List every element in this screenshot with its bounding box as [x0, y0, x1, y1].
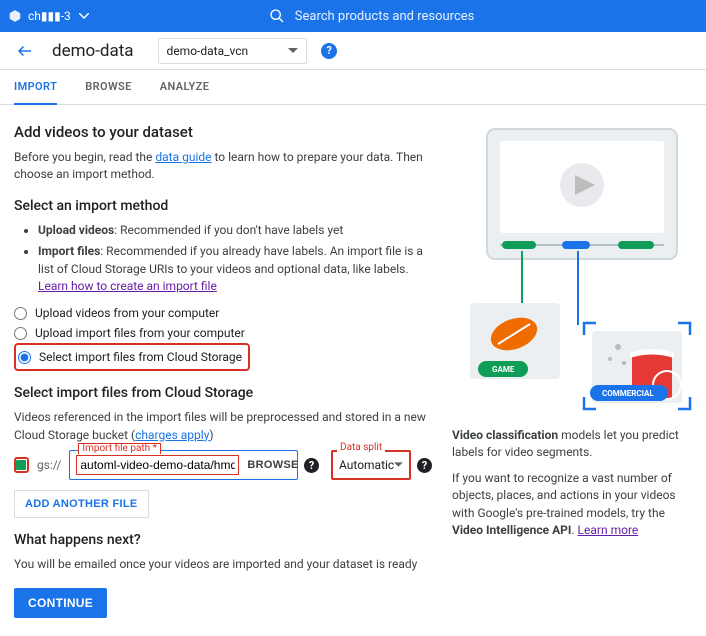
tab-import[interactable]: IMPORT: [14, 70, 57, 105]
learn-more-link[interactable]: Learn more: [578, 523, 639, 537]
chevron-down-icon: [288, 48, 298, 54]
page-title: demo-data: [52, 41, 134, 61]
intro-heading: Add videos to your dataset: [14, 123, 432, 141]
search-box[interactable]: Search products and resources: [269, 8, 475, 24]
file-checked-icon: [14, 457, 29, 473]
back-arrow[interactable]: [12, 38, 38, 64]
charges-link[interactable]: charges apply: [135, 428, 209, 442]
top-bar: ch▮▮▮-3 Search products and resources: [0, 0, 706, 32]
radio-upload-import-files[interactable]: Upload import files from your computer: [14, 323, 432, 343]
path-label: Import file path *: [78, 443, 161, 454]
chevron-down-icon: [394, 462, 403, 468]
breadcrumb-bar: demo-data demo-data_vcn ?: [0, 32, 706, 70]
arrow-left-icon: [16, 42, 34, 60]
method-heading: Select an import method: [14, 198, 432, 214]
next-desc: You will be emailed once your videos are…: [14, 556, 432, 573]
chevron-down-icon: [79, 13, 89, 19]
search-placeholder: Search products and resources: [295, 9, 475, 24]
import-path-input[interactable]: [76, 455, 239, 475]
radio-upload-videos[interactable]: Upload videos from your computer: [14, 303, 432, 323]
data-split-select[interactable]: Data split Automatic: [331, 450, 411, 480]
import-desc: Videos referenced in the import files wi…: [14, 409, 432, 444]
radio-cloud-storage[interactable]: Select import files from Cloud Storage: [18, 347, 242, 367]
intro-text: Before you begin, read the data guide to…: [14, 149, 432, 184]
add-another-file-button[interactable]: ADD ANOTHER FILE: [14, 490, 149, 518]
data-guide-link[interactable]: data guide: [155, 150, 211, 164]
right-desc-2: If you want to recognize a vast number o…: [452, 470, 692, 540]
import-heading: Select import files from Cloud Storage: [14, 385, 432, 401]
project-name: ch▮▮▮-3: [28, 9, 71, 23]
svg-text:GAME: GAME: [492, 365, 515, 374]
tabs: IMPORT BROWSE ANALYZE: [0, 70, 706, 105]
browse-button[interactable]: BROWSE: [243, 455, 302, 475]
bullet-import: Import files: Recommended if you already…: [38, 243, 432, 295]
method-bullets: Upload videos: Recommended if you don't …: [14, 222, 432, 296]
gs-prefix: gs://: [37, 458, 61, 472]
help-icon[interactable]: ?: [321, 43, 337, 59]
help-path-icon[interactable]: ?: [304, 458, 319, 473]
model-value: demo-data_vcn: [167, 44, 249, 58]
illustration: GAME COMMERCIAL: [452, 123, 692, 413]
svg-text:COMMERCIAL: COMMERCIAL: [602, 389, 654, 398]
continue-button[interactable]: CONTINUE: [14, 588, 107, 618]
file-row: gs:// Import file path * BROWSE ? Data s…: [14, 450, 432, 480]
tab-analyze[interactable]: ANALYZE: [160, 70, 210, 104]
split-label: Data split: [337, 443, 385, 453]
import-path-field[interactable]: Import file path * BROWSE: [69, 450, 298, 480]
bullet-upload: Upload videos: Recommended if you don't …: [38, 222, 432, 239]
help-split-icon[interactable]: ?: [417, 458, 432, 473]
split-value: Automatic: [339, 458, 394, 472]
learn-import-link[interactable]: Learn how to create an import file: [38, 279, 217, 293]
project-selector[interactable]: ch▮▮▮-3: [8, 9, 89, 23]
model-selector[interactable]: demo-data_vcn: [158, 38, 308, 64]
right-desc-1: Video classification models let you pred…: [452, 427, 692, 462]
hexagon-logo-icon: [8, 9, 22, 23]
next-heading: What happens next?: [14, 532, 432, 548]
tab-browse[interactable]: BROWSE: [85, 70, 132, 104]
search-icon: [269, 8, 285, 24]
